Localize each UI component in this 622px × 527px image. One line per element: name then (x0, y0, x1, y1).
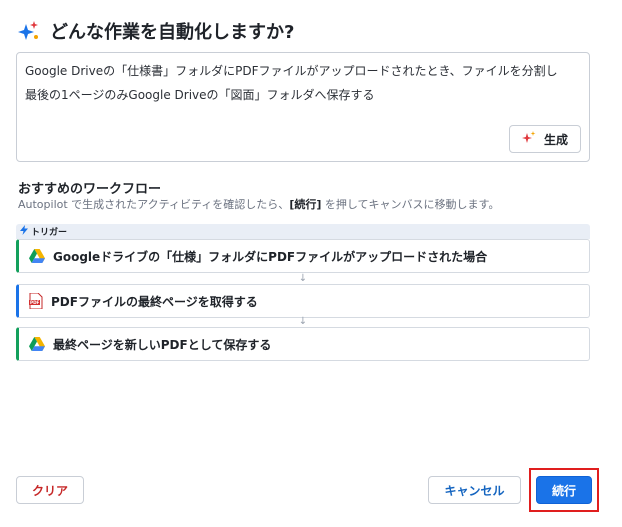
sparkle-icon (18, 20, 40, 42)
recommended-description: Autopilot で生成されたアクティビティを確認したら、[続行] を押してキ… (18, 196, 499, 212)
step-label: PDFファイルの最終ページを取得する (51, 294, 258, 309)
trigger-label-text: トリガー (31, 228, 68, 238)
google-drive-icon (29, 337, 45, 351)
sparkle-icon (521, 130, 536, 148)
dialog-title: どんな作業を自動化しますか? (50, 22, 295, 43)
workflow-step-save-pdf[interactable]: 最終ページを新しいPDFとして保存する (16, 327, 590, 361)
lightning-icon (20, 225, 28, 238)
generate-button[interactable]: 生成 (509, 125, 581, 153)
prompt-text[interactable]: Google Driveの「仕様書」フォルダにPDFファイルがアップロードされた… (25, 59, 581, 107)
cancel-button[interactable]: キャンセル (428, 476, 521, 504)
connector-arrow-icon: ↓ (298, 273, 308, 284)
description-continue-ref: [続行] (289, 198, 322, 211)
clear-button[interactable]: クリア (16, 476, 84, 504)
description-text-end: を押してキャンバスに移動します。 (321, 198, 500, 211)
workflow-step-trigger[interactable]: Googleドライブの「仕様」フォルダにPDFファイルがアップロードされた場合 (16, 239, 590, 273)
workflow-step-get-last-page[interactable]: PDF PDFファイルの最終ページを取得する (16, 284, 590, 318)
svg-text:PDF: PDF (30, 300, 40, 305)
continue-button[interactable]: 続行 (536, 476, 592, 504)
step-label: Googleドライブの「仕様」フォルダにPDFファイルがアップロードされた場合 (53, 249, 488, 264)
google-drive-icon (29, 249, 45, 263)
trigger-label: トリガー (16, 224, 590, 239)
step-label: 最終ページを新しいPDFとして保存する (53, 337, 272, 352)
dialog-header: どんな作業を自動化しますか? (18, 16, 294, 46)
pdf-icon: PDF (29, 293, 43, 309)
recommended-title: おすすめのワークフロー (18, 182, 162, 197)
prompt-textarea[interactable]: Google Driveの「仕様書」フォルダにPDFファイルがアップロードされた… (16, 52, 590, 162)
description-text: Autopilot で生成されたアクティビティを確認したら、 (18, 198, 290, 211)
connector-arrow-icon: ↓ (298, 316, 308, 327)
generate-button-label: 生成 (543, 132, 568, 147)
